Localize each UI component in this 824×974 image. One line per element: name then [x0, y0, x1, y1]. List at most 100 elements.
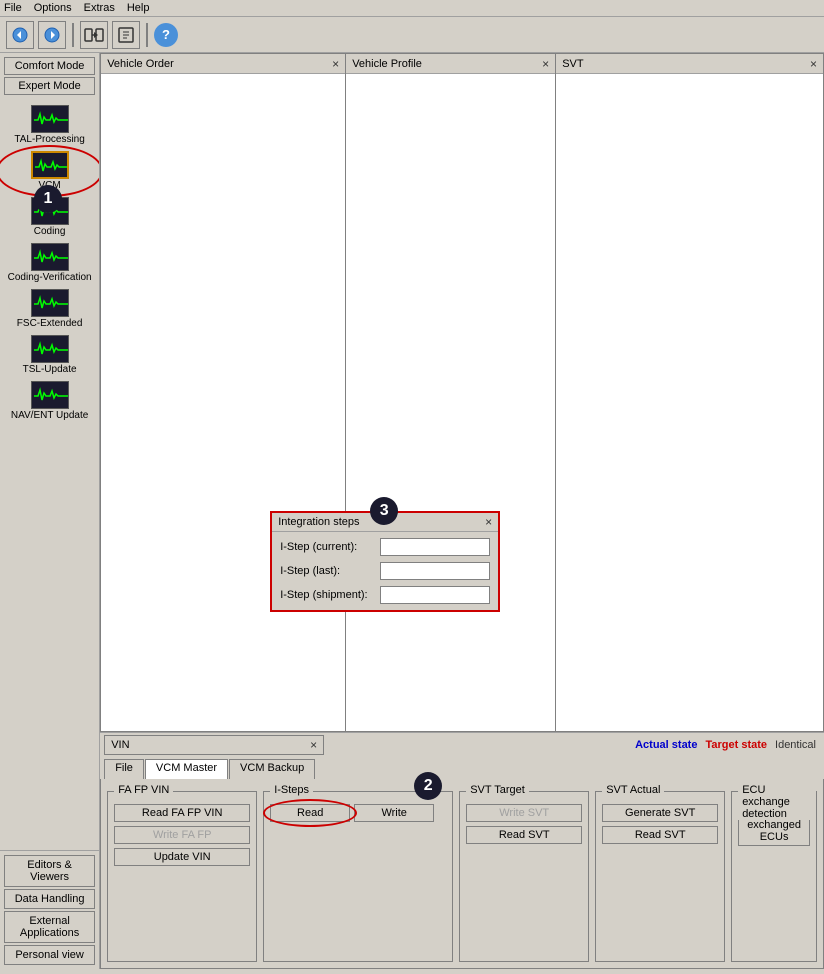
- ecu-exchange-title: ECU exchange detection: [738, 784, 816, 820]
- isteps-buttons: Read Write: [270, 804, 446, 822]
- isteps-title: I-Steps: [270, 784, 313, 796]
- svt-panel: SVT ×: [555, 53, 824, 732]
- personal-view-button[interactable]: Personal view: [4, 945, 95, 965]
- integration-steps-title: Integration steps: [278, 516, 359, 528]
- vehicle-profile-header: Vehicle Profile ×: [346, 54, 555, 74]
- sidebar-item-coding-verification[interactable]: Coding-Verification: [4, 241, 95, 285]
- toolbar: ?: [0, 17, 824, 53]
- update-vin-button[interactable]: Update VIN: [114, 848, 250, 866]
- menu-options[interactable]: Options: [34, 2, 72, 14]
- sidebar-item-fsc-extended[interactable]: FSC-Extended: [4, 287, 95, 331]
- vehicle-profile-panel: Vehicle Profile ×: [345, 53, 555, 732]
- sidebar-bottom: Editors & Viewers Data Handling External…: [0, 850, 99, 969]
- tsl-update-icon: [31, 335, 69, 363]
- tab-vcm-master[interactable]: VCM Master: [145, 759, 228, 779]
- vehicle-order-close[interactable]: ×: [332, 57, 339, 71]
- fa-fp-vin-buttons: Read FA FP VIN Write FA FP Update VIN: [114, 804, 250, 866]
- sidebar-top: Comfort Mode Expert Mode: [0, 53, 99, 99]
- svt-target-section: SVT Target Write SVT Read SVT: [459, 791, 589, 962]
- connect-button[interactable]: [80, 21, 108, 49]
- coding-verification-icon: [31, 243, 69, 271]
- target-state-label: Target state: [705, 739, 767, 751]
- tab-vcm-backup[interactable]: VCM Backup: [229, 759, 315, 779]
- coding-verification-label: Coding-Verification: [8, 272, 92, 283]
- istep-last-row: I-Step (last):: [280, 562, 490, 580]
- vehicle-order-panel: Vehicle Order ×: [100, 53, 345, 732]
- istep-current-row: I-Step (current):: [280, 538, 490, 556]
- istep-last-input[interactable]: [380, 562, 490, 580]
- integration-steps-close[interactable]: ×: [485, 515, 492, 529]
- content-area: 1 Vehicle Order × Vehicle Profile ×: [100, 53, 824, 969]
- vin-title: VIN: [111, 739, 129, 751]
- istep-last-label: I-Step (last):: [280, 565, 380, 577]
- main-layout: Comfort Mode Expert Mode TAL-Processing: [0, 53, 824, 969]
- istep-current-input[interactable]: [380, 538, 490, 556]
- vin-state-row: VIN × Actual state Target state Identica…: [100, 733, 824, 757]
- vin-close[interactable]: ×: [310, 738, 317, 752]
- sidebar-item-tsl-update[interactable]: TSL-Update: [4, 333, 95, 377]
- export-button[interactable]: [112, 21, 140, 49]
- vehicle-profile-close[interactable]: ×: [542, 57, 549, 71]
- identical-label: Identical: [775, 739, 816, 751]
- badge-3: 3: [370, 497, 398, 525]
- read-button[interactable]: Read: [270, 804, 350, 822]
- ecu-exchange-section: ECU exchange detection Detect exchanged …: [731, 791, 817, 962]
- comfort-mode-button[interactable]: Comfort Mode: [4, 57, 95, 75]
- istep-current-label: I-Step (current):: [280, 541, 380, 553]
- svt-target-buttons: Write SVT Read SVT: [466, 804, 582, 844]
- sidebar-item-nav-ent-update[interactable]: NAV/ENT Update: [4, 379, 95, 423]
- read-button-wrapper: Read: [270, 804, 350, 822]
- write-button[interactable]: Write: [354, 804, 434, 822]
- editors-viewers-button[interactable]: Editors & Viewers: [4, 855, 95, 887]
- svt-close[interactable]: ×: [810, 57, 817, 71]
- bottom-section: VIN × Actual state Target state Identica…: [100, 733, 824, 969]
- svt-actual-title: SVT Actual: [602, 784, 664, 796]
- help-button[interactable]: ?: [154, 23, 178, 47]
- actual-state-label: Actual state: [635, 739, 697, 751]
- fsc-extended-label: FSC-Extended: [17, 318, 83, 329]
- external-applications-button[interactable]: External Applications: [4, 911, 95, 943]
- read-svt-actual-button[interactable]: Read SVT: [602, 826, 718, 844]
- svt-actual-section: SVT Actual Generate SVT Read SVT: [595, 791, 725, 962]
- toolbar-separator-2: [146, 23, 148, 47]
- read-svt-target-button[interactable]: Read SVT: [466, 826, 582, 844]
- tal-processing-label: TAL-Processing: [14, 134, 84, 145]
- nav-ent-update-label: NAV/ENT Update: [11, 410, 88, 421]
- data-handling-button[interactable]: Data Handling: [4, 889, 95, 909]
- svt-title: SVT: [562, 58, 583, 70]
- integration-steps-body: I-Step (current): I-Step (last): I-Step …: [272, 532, 498, 610]
- svt-content: [556, 74, 823, 731]
- panels-row: Vehicle Order × Vehicle Profile × SVT ×: [100, 53, 824, 733]
- isteps-inner: Read Write: [270, 804, 446, 822]
- vcm-icon: [31, 151, 69, 179]
- menu-extras[interactable]: Extras: [84, 2, 115, 14]
- badge-2: 2: [414, 772, 442, 800]
- menu-file[interactable]: File: [4, 2, 22, 14]
- tsl-update-label: TSL-Update: [23, 364, 77, 375]
- tab-content-vcm-master: FA FP VIN Read FA FP VIN Write FA FP Upd…: [100, 779, 824, 969]
- vehicle-profile-content: [346, 74, 555, 731]
- tab-file[interactable]: File: [104, 759, 144, 779]
- vehicle-order-title: Vehicle Order: [107, 58, 174, 70]
- vehicle-order-header: Vehicle Order ×: [101, 54, 345, 74]
- fa-fp-vin-title: FA FP VIN: [114, 784, 173, 796]
- generate-svt-button[interactable]: Generate SVT: [602, 804, 718, 822]
- write-svt-button[interactable]: Write SVT: [466, 804, 582, 822]
- forward-button[interactable]: [38, 21, 66, 49]
- istep-shipment-label: I-Step (shipment):: [280, 589, 380, 601]
- fa-fp-vin-section: FA FP VIN Read FA FP VIN Write FA FP Upd…: [107, 791, 257, 962]
- sidebar-item-tal-processing[interactable]: TAL-Processing: [4, 103, 95, 147]
- coding-label: Coding: [34, 226, 66, 237]
- badge-1: 1: [34, 185, 62, 213]
- vehicle-profile-title: Vehicle Profile: [352, 58, 422, 70]
- svt-header: SVT ×: [556, 54, 823, 74]
- svt-target-title: SVT Target: [466, 784, 529, 796]
- read-fa-fp-vin-button[interactable]: Read FA FP VIN: [114, 804, 250, 822]
- menu-help[interactable]: Help: [127, 2, 150, 14]
- expert-mode-button[interactable]: Expert Mode: [4, 77, 95, 95]
- istep-shipment-input[interactable]: [380, 586, 490, 604]
- tal-processing-icon: [31, 105, 69, 133]
- back-button[interactable]: [6, 21, 34, 49]
- fsc-extended-icon: [31, 289, 69, 317]
- write-fa-fp-button[interactable]: Write FA FP: [114, 826, 250, 844]
